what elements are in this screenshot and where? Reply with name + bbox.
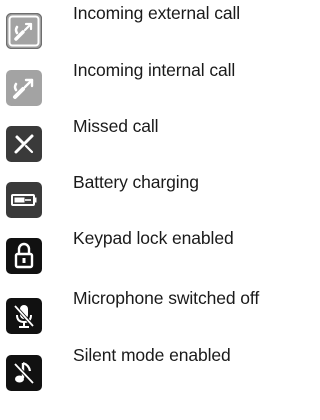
keypad-lock-icon [6,238,42,274]
missed-call-icon [6,126,42,162]
legend-row-missed-call: Missed call [0,116,287,162]
silent-mode-icon [6,355,42,391]
legend-label: Missed call [73,116,159,136]
incoming-external-call-icon [6,13,42,49]
legend-label: Silent mode enabled [73,345,231,365]
battery-charging-icon [6,182,42,218]
legend-label: Keypad lock enabled [73,228,234,248]
icon-legend: Incoming external call Incoming internal… [0,0,287,420]
microphone-off-icon [6,298,42,334]
legend-label: Battery charging [73,172,199,192]
legend-row-silent-mode: Silent mode enabled [0,345,287,391]
legend-label: Incoming internal call [73,60,236,80]
incoming-internal-call-icon [6,70,42,106]
legend-label: Microphone switched off [73,288,260,308]
legend-row-microphone-off: Microphone switched off [0,288,287,334]
legend-row-incoming-internal-call: Incoming internal call [0,60,287,106]
legend-label: Incoming external call [73,3,241,23]
legend-row-battery-charging: Battery charging [0,172,287,218]
legend-row-incoming-external-call: Incoming external call [0,3,287,49]
legend-row-keypad-lock: Keypad lock enabled [0,228,287,274]
